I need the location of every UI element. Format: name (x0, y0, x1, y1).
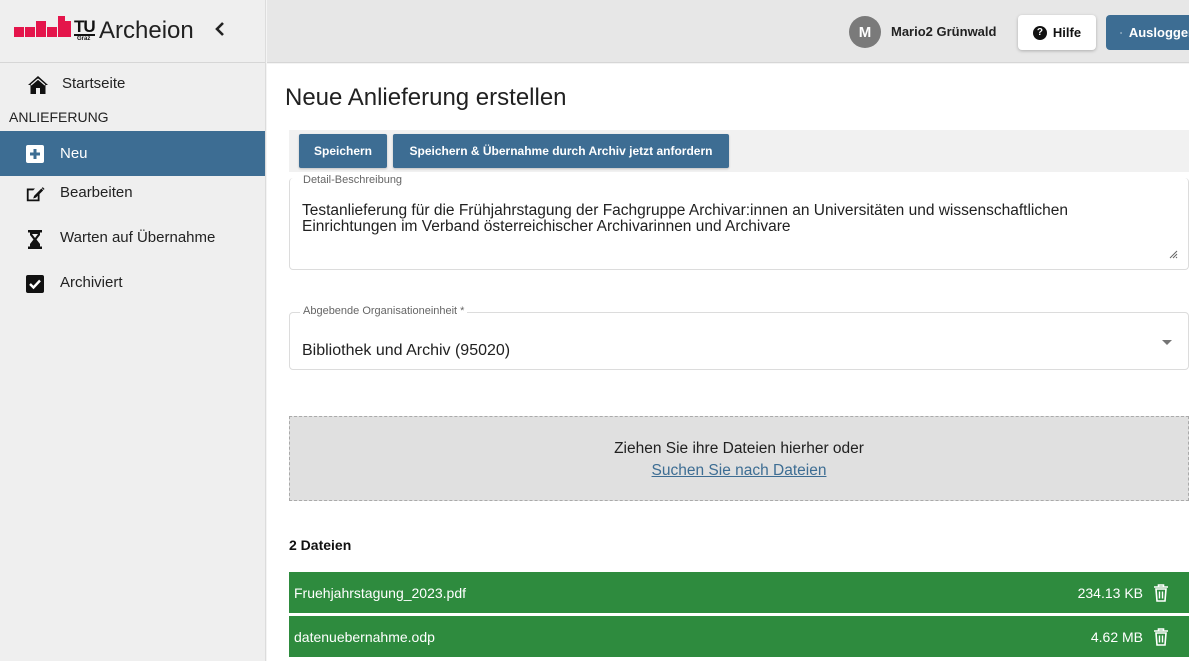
sidebar-item-label: Warten auf Übernahme (60, 229, 216, 246)
plus-square-icon (25, 144, 45, 164)
sign-out-icon (1120, 31, 1122, 34)
org-unit-label: Abgebende Organisationeinheit * (300, 305, 468, 317)
help-button[interactable]: ? Hilfe (1018, 15, 1096, 50)
browse-files-link[interactable]: Suchen Sie nach Dateien (290, 462, 1188, 480)
help-label: Hilfe (1052, 25, 1082, 40)
org-unit-value: Bibliothek und Archiv (95020) (302, 342, 511, 359)
edit-icon (25, 184, 45, 204)
question-circle-icon: ? (1032, 25, 1047, 40)
logout-label: Ausloggen (1128, 25, 1189, 40)
file-size: 4.62 MB (1090, 628, 1143, 645)
sidebar: TU Graz Archeion Startseite ANLIEFERUNG … (0, 0, 266, 661)
sidebar-item-label: Archiviert (60, 274, 123, 291)
sidebar-item-label: Bearbeiten (60, 184, 133, 201)
file-size: 234.13 KB (1077, 584, 1143, 601)
file-row: Fruehjahrstagung_2023.pdf 234.13 KB (289, 572, 1189, 613)
logo-tu-text: TU (74, 17, 96, 36)
section-label-anlieferung: ANLIEFERUNG (9, 109, 109, 125)
username[interactable]: Mario2 Grünwald (891, 24, 996, 39)
sidebar-item-label: Startseite (62, 75, 126, 92)
save-button[interactable]: Speichern (299, 134, 387, 168)
file-name: datenuebernahme.odp (294, 628, 435, 645)
collapse-sidebar-button[interactable] (214, 20, 226, 43)
top-header: M Mario2 Grünwald ? Hilfe Ausloggen (267, 0, 1189, 63)
sidebar-item-bearbeiten[interactable]: Bearbeiten (0, 176, 265, 221)
logout-button[interactable]: Ausloggen (1106, 15, 1189, 50)
main-content: Neue Anlieferung erstellen Speichern Spe… (267, 64, 1189, 661)
avatar[interactable]: M (849, 16, 881, 48)
file-dropzone[interactable]: Ziehen Sie ihre Dateien hierher oder Suc… (289, 416, 1189, 501)
page-title: Neue Anlieferung erstellen (285, 84, 567, 111)
org-unit-select[interactable]: Abgebende Organisationeinheit * Biblioth… (289, 305, 1189, 370)
trash-icon[interactable] (1153, 584, 1169, 602)
files-count: 2 Dateien (289, 537, 352, 553)
chevron-left-icon (214, 21, 224, 36)
save-and-request-button[interactable]: Speichern & Übernahme durch Archiv jetzt… (393, 134, 729, 168)
description-field[interactable]: Detail-Beschreibung Testanlieferung für … (289, 174, 1189, 270)
sidebar-item-home[interactable]: Startseite (0, 63, 265, 115)
check-square-icon (25, 274, 45, 294)
trash-icon[interactable] (1153, 628, 1169, 646)
logo-graz-text: Graz (77, 36, 91, 42)
sidebar-item-neu[interactable]: Neu (0, 131, 265, 176)
description-textarea[interactable]: Testanlieferung für die Frühjahrstagung … (302, 203, 1162, 235)
description-label: Detail-Beschreibung (300, 174, 406, 186)
tu-graz-logo: TU Graz (14, 15, 96, 47)
caret-down-icon[interactable] (1162, 340, 1172, 345)
home-icon (28, 76, 48, 94)
sidebar-item-warten[interactable]: Warten auf Übernahme (0, 221, 265, 266)
app-title: Archeion (99, 17, 194, 44)
sidebar-item-label: Neu (60, 145, 88, 162)
brand-bar: TU Graz Archeion (0, 0, 265, 63)
dropzone-text: Ziehen Sie ihre Dateien hierher oder (614, 440, 864, 457)
resize-handle-icon[interactable] (1168, 249, 1178, 259)
file-name: Fruehjahrstagung_2023.pdf (294, 584, 467, 601)
sidebar-item-archiviert[interactable]: Archiviert (0, 266, 265, 311)
hourglass-icon (25, 229, 45, 249)
file-row: datenuebernahme.odp 4.62 MB (289, 616, 1189, 657)
form-toolbar: Speichern Speichern & Übernahme durch Ar… (289, 130, 1189, 172)
